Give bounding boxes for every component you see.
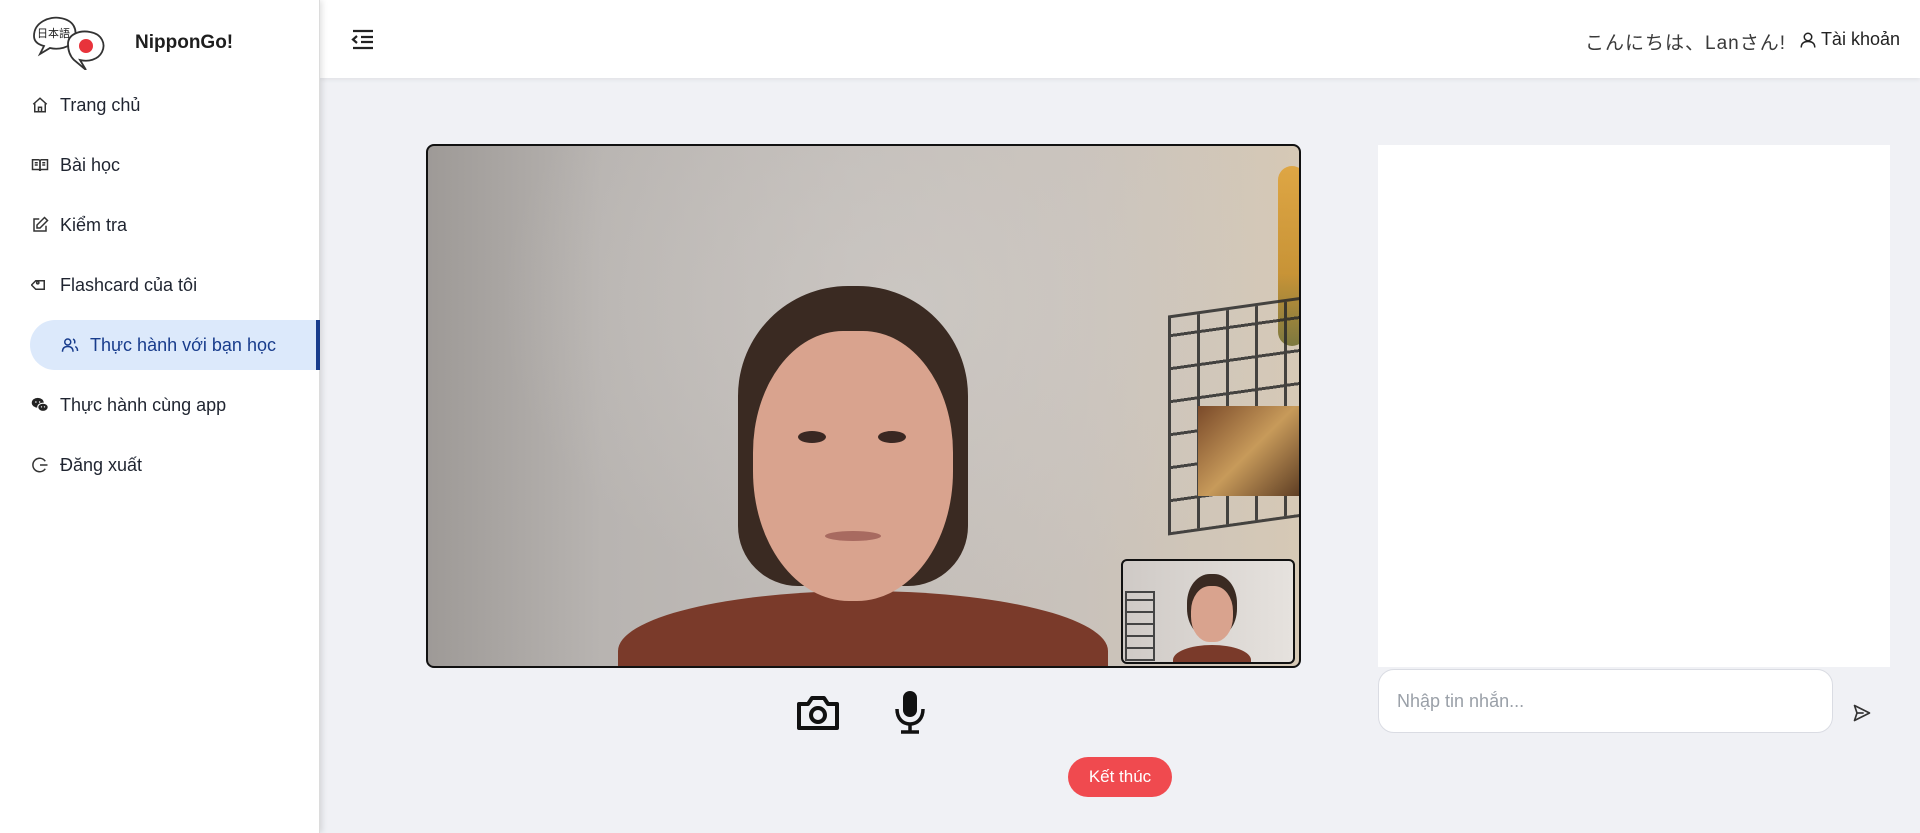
wechat-icon (30, 395, 50, 415)
sidebar-item-label: Đăng xuất (60, 454, 143, 475)
account-button[interactable]: Tài khoản (1799, 29, 1900, 50)
video-eye (878, 431, 906, 443)
pip-person-face (1191, 586, 1233, 642)
sidebar-item-label: Flashcard của tôi (60, 274, 198, 295)
pip-wall-rack (1125, 591, 1155, 661)
brand[interactable]: 日本語 (30, 14, 110, 71)
tag-icon (30, 275, 50, 295)
sidebar-toggle-button[interactable] (350, 26, 376, 52)
video-wall-picture (1198, 406, 1299, 496)
brand-name: NipponGo! (135, 32, 234, 53)
sidebar-item-lessons[interactable]: Bài học (30, 140, 120, 190)
camera-icon (795, 692, 841, 737)
user-icon (1799, 31, 1817, 49)
sidebar-item-practice-app[interactable]: Thực hành cùng app (30, 380, 226, 430)
sidebar-item-label: Kiểm tra (60, 214, 128, 235)
edit-icon (30, 215, 50, 235)
menu-collapse-icon (350, 29, 376, 56)
video-person-face (753, 331, 953, 601)
microphone-icon (892, 689, 928, 740)
chat-message-input[interactable] (1378, 669, 1833, 733)
sidebar: 日本語 NipponGo! Trang chủ Bài học Kiểm tra (0, 0, 320, 833)
send-icon (1852, 703, 1872, 728)
logout-icon (30, 455, 50, 475)
sidebar-item-label: Trang chủ (60, 94, 141, 115)
sidebar-item-label: Thực hành với bạn học (90, 334, 276, 355)
logo-text: 日本語 (37, 26, 70, 40)
sidebar-item-tests[interactable]: Kiểm tra (30, 200, 127, 250)
sidebar-item-practice-partner[interactable]: Thực hành với bạn học (30, 320, 320, 370)
book-icon (30, 155, 50, 175)
microphone-toggle-button[interactable] (886, 690, 934, 738)
chat-messages-panel (1378, 145, 1890, 667)
sidebar-item-label: Bài học (60, 154, 121, 175)
video-eye (798, 431, 826, 443)
users-icon (60, 335, 80, 355)
top-header: こんにちは、Lanさん! Tài khoản (320, 0, 1920, 78)
sidebar-item-label: Thực hành cùng app (60, 394, 227, 415)
local-video-preview[interactable] (1121, 559, 1295, 664)
account-label: Tài khoản (1820, 29, 1900, 49)
end-call-button[interactable]: Kết thúc (1068, 757, 1172, 797)
video-mouth (825, 531, 881, 541)
sidebar-item-logout[interactable]: Đăng xuất (30, 440, 142, 490)
pip-person-shirt (1173, 645, 1251, 662)
camera-toggle-button[interactable] (794, 690, 842, 738)
send-message-button[interactable] (1850, 703, 1874, 727)
sidebar-item-home[interactable]: Trang chủ (30, 80, 140, 130)
greeting-text: こんにちは、Lanさん! (1585, 33, 1786, 54)
home-icon (30, 95, 50, 115)
logo: 日本語 (30, 14, 110, 71)
sidebar-item-flashcards[interactable]: Flashcard của tôi (30, 260, 197, 310)
